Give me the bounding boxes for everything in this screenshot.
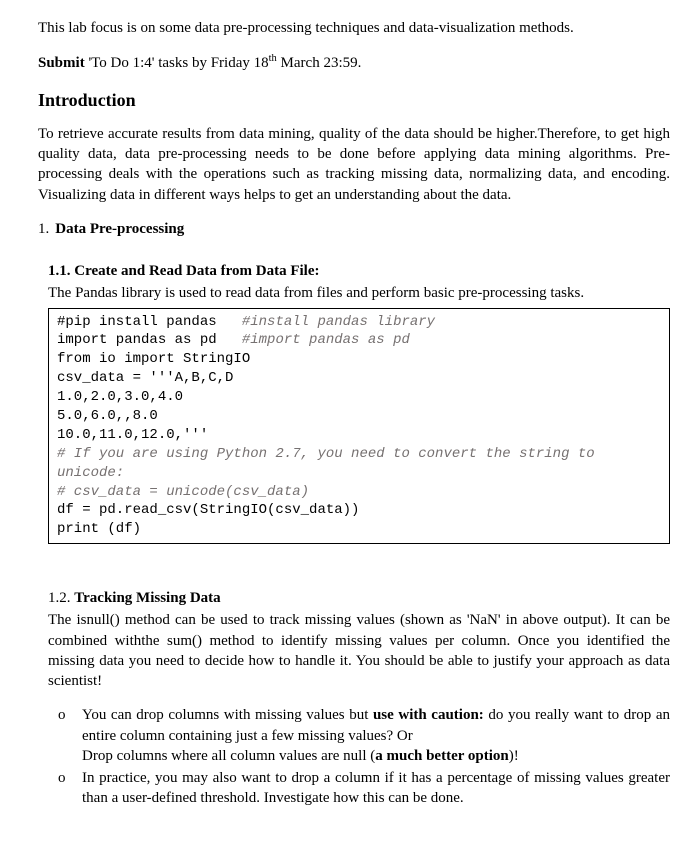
submit-text-1: 'To Do 1:4' tasks by Friday 18 — [85, 55, 269, 71]
code-line-3: from io import StringIO — [57, 351, 250, 367]
code-line-4: csv_data = '''A,B,C,D — [57, 370, 233, 386]
section-1-title: Data Pre-processing — [55, 221, 184, 237]
section-1-heading: 1. Data Pre-processing — [38, 219, 670, 239]
code-line-11: print (df) — [57, 521, 141, 537]
subsection-1-2-title: 1.2. Tracking Missing Data — [48, 588, 670, 608]
code-comment-1: #install pandas library — [242, 314, 435, 330]
subsection-1-1-para: The Pandas library is used to read data … — [48, 283, 670, 303]
submit-line: Submit 'To Do 1:4' tasks by Friday 18th … — [38, 52, 670, 73]
subsection-1-1: 1.1. Create and Read Data from Data File… — [48, 261, 670, 544]
introduction-heading: Introduction — [38, 88, 670, 112]
code-block: #pip install pandas #install pandas libr… — [48, 308, 670, 545]
subsection-1-2-para: The isnull() method can be used to track… — [48, 610, 670, 691]
code-line-5: 1.0,2.0,3.0,4.0 — [57, 389, 183, 405]
bullet-item-2: In practice, you may also want to drop a… — [48, 768, 670, 809]
subsection-1-2-name: Tracking Missing Data — [74, 590, 220, 606]
submit-label: Submit — [38, 55, 85, 71]
section-1-number: 1. — [38, 221, 49, 237]
bullet-item-1: You can drop columns with missing values… — [48, 705, 670, 766]
code-line-2a: import pandas as pd — [57, 332, 242, 348]
code-comment-4: # csv_data = unicode(csv_data) — [57, 484, 309, 500]
submit-text-2: March 23:59. — [277, 55, 362, 71]
code-comment-3: # If you are using Python 2.7, you need … — [57, 446, 603, 481]
bullet1-bold-e: a much better option — [375, 748, 508, 764]
submit-sup: th — [269, 53, 277, 64]
code-line-10: df = pd.read_csv(StringIO(csv_data)) — [57, 502, 359, 518]
lab-focus-text: This lab focus is on some data pre-proce… — [38, 18, 670, 38]
bullet1-bold-b: use with caution: — [373, 707, 484, 723]
introduction-paragraph: To retrieve accurate results from data m… — [38, 124, 670, 205]
code-line-1a: #pip install pandas — [57, 314, 242, 330]
bullet-list: You can drop columns with missing values… — [48, 705, 670, 808]
bullet1-text-a: You can drop columns with missing values… — [82, 707, 373, 723]
bullet1-text-f: )! — [509, 748, 519, 764]
code-line-6: 5.0,6.0,,8.0 — [57, 408, 158, 424]
code-line-7: 10.0,11.0,12.0,''' — [57, 427, 208, 443]
subsection-1-1-title: 1.1. Create and Read Data from Data File… — [48, 261, 670, 281]
subsection-1-2-number: 1.2. — [48, 590, 74, 606]
bullet1-text-d: Drop columns where all column values are… — [82, 748, 375, 764]
code-comment-2: #import pandas as pd — [242, 332, 410, 348]
subsection-1-2: 1.2. Tracking Missing Data The isnull() … — [48, 588, 670, 809]
